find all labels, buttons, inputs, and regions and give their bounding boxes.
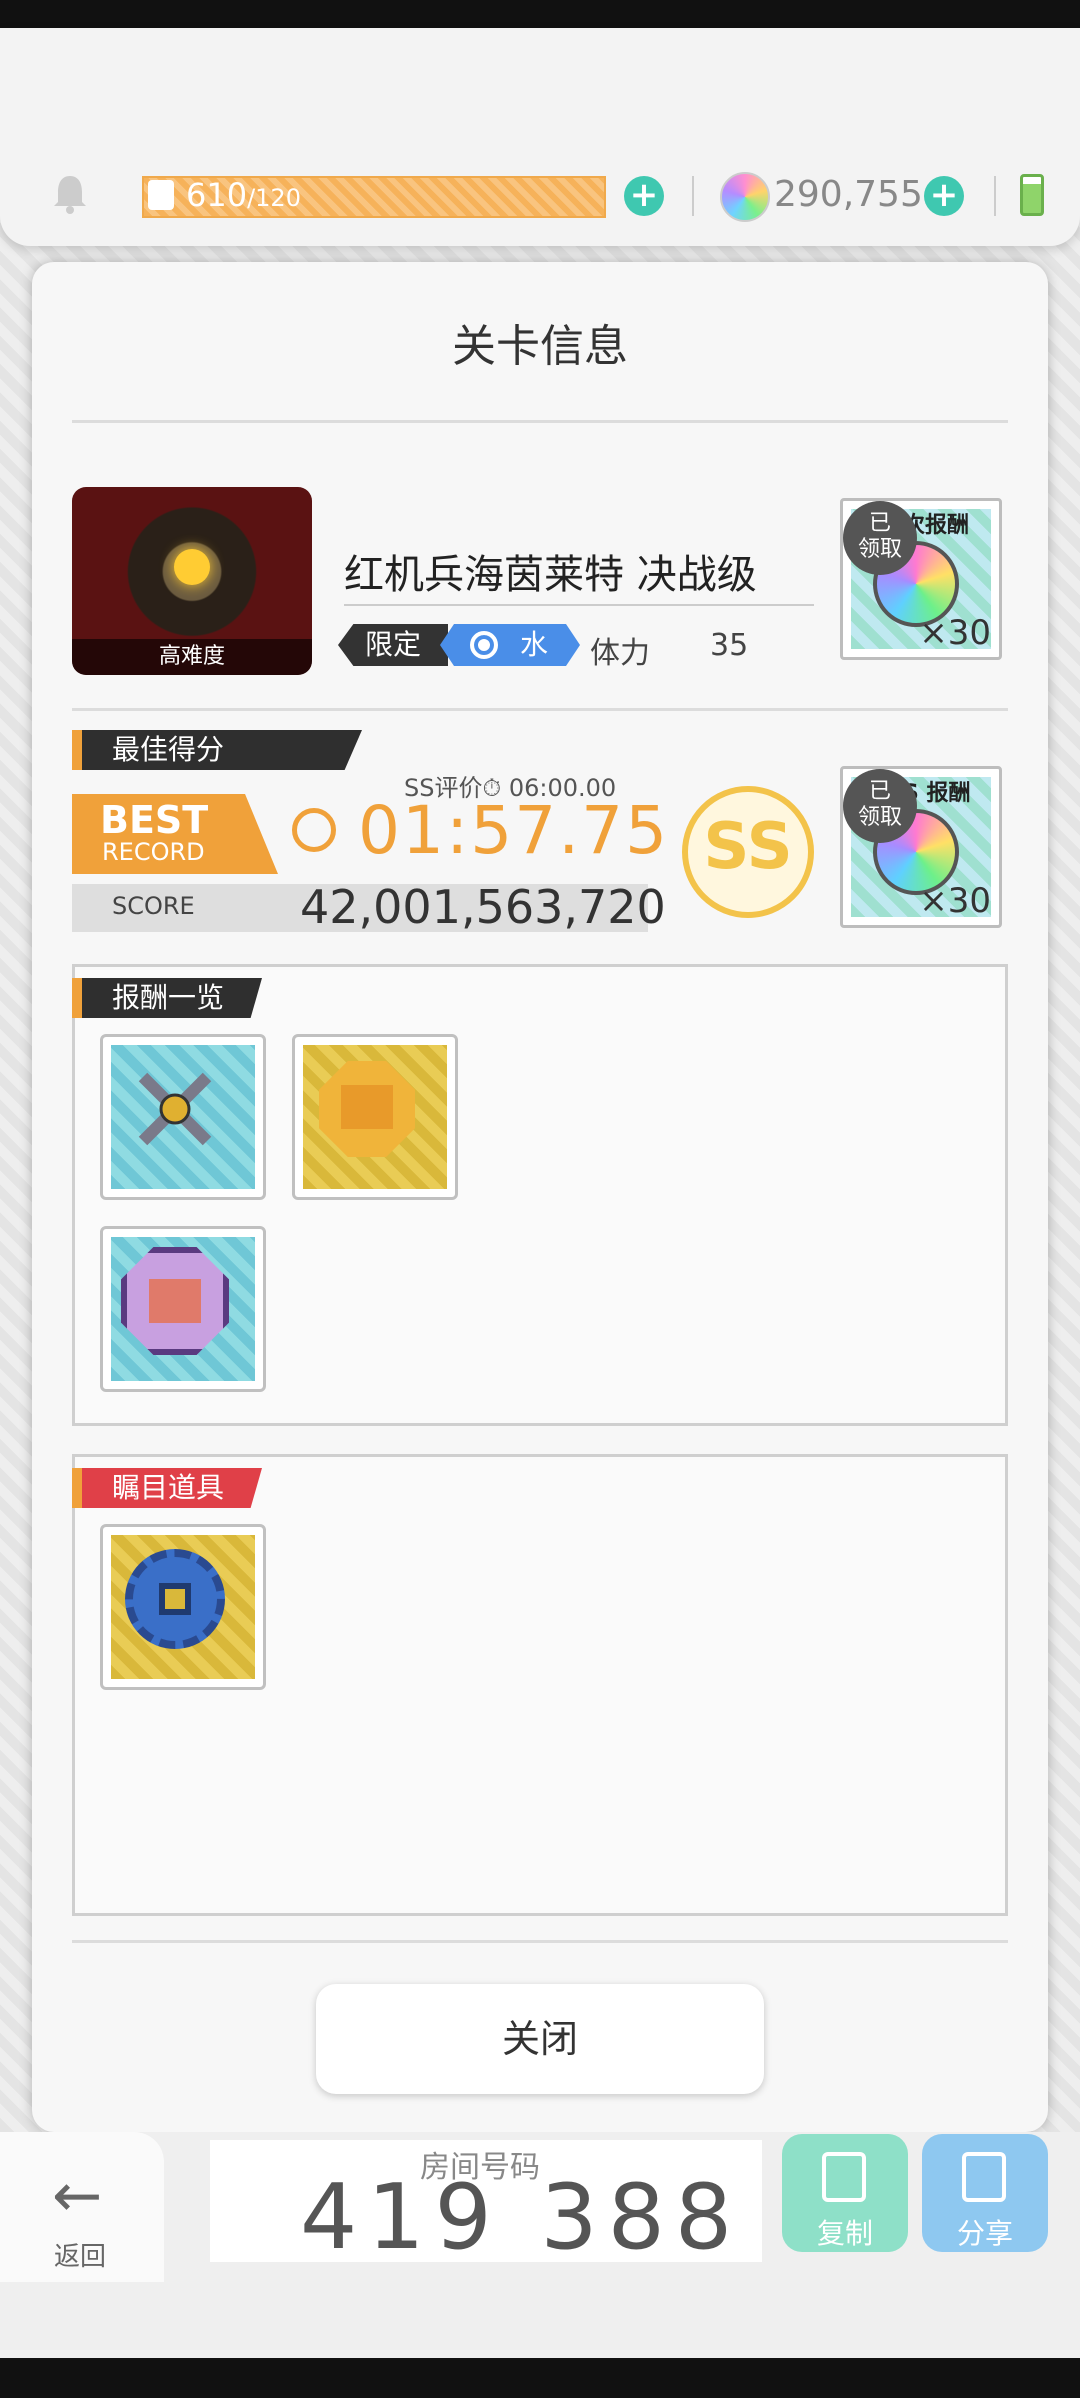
reward-quantity: ×30: [919, 613, 991, 653]
stage-image: 高难度: [72, 487, 312, 675]
reward-item-gold-medal[interactable]: [292, 1034, 458, 1200]
room-number: 419 388: [300, 2165, 743, 2270]
boss-eye: [174, 549, 210, 585]
featured-items-section-label: 瞩目道具: [72, 1468, 262, 1508]
featured-item-gear[interactable]: [100, 1524, 266, 1690]
system-nav-bar: [0, 2358, 1080, 2398]
divider: [692, 176, 694, 216]
best-score-section-label: 最佳得分: [72, 730, 362, 770]
clipboard-icon: [822, 2152, 866, 2202]
reward-item-swords[interactable]: [100, 1034, 266, 1200]
share-icon: [962, 2152, 1006, 2202]
first-clear-reward[interactable]: 次报酬 已领取 ×30: [840, 498, 1002, 660]
stamina-cost: 35: [710, 628, 749, 663]
divider: [72, 420, 1008, 423]
reward-quantity: ×30: [919, 881, 991, 921]
timer-icon: [292, 808, 336, 852]
ss-rank-medal-icon: SS: [676, 772, 820, 922]
claimed-badge: 已领取: [843, 769, 917, 843]
stage-name: 红机兵海茵莱特 决战级: [344, 552, 757, 598]
best-time: 01:57.75: [358, 792, 670, 869]
water-element-icon: [470, 631, 498, 659]
battery-icon: [1020, 174, 1044, 216]
crossed-swords-icon: [138, 1072, 212, 1146]
add-gems-button[interactable]: +: [924, 176, 964, 216]
bell-icon[interactable]: [48, 172, 92, 216]
best-record-badge: BEST RECORD: [72, 794, 278, 874]
divider: [72, 708, 1008, 711]
claimed-badge: 已领取: [843, 501, 917, 575]
back-label[interactable]: 返回: [54, 2236, 106, 2273]
back-arrow-icon[interactable]: ←: [52, 2166, 102, 2226]
difficulty-label: 高难度: [72, 639, 312, 675]
reward-item-purple-medal[interactable]: [100, 1226, 266, 1392]
share-button[interactable]: 分享: [922, 2134, 1048, 2252]
stamina-value: 610/120: [186, 176, 301, 214]
add-stamina-button[interactable]: +: [624, 176, 664, 216]
rewards-section-label: 报酬一览: [72, 978, 262, 1018]
lightning-icon: [148, 180, 174, 210]
system-top-bar: [0, 0, 1080, 28]
divider: [72, 1940, 1008, 1943]
element-tag: 水: [440, 624, 580, 666]
limited-tag: 限定: [338, 624, 448, 666]
gem-count: 290,755: [774, 174, 923, 215]
divider: [344, 604, 814, 606]
stamina-label: 体力: [590, 636, 650, 671]
copy-button[interactable]: 复制: [782, 2134, 908, 2252]
close-button[interactable]: 关闭: [316, 1984, 764, 2094]
dialog-title: 关卡信息: [452, 321, 628, 372]
gem-icon: [720, 172, 770, 222]
divider: [994, 176, 996, 216]
score-reward[interactable]: S 报酬 已领取 ×30: [840, 766, 1002, 928]
score-label: SCORE: [112, 892, 195, 920]
score-value: 42,001,563,720: [300, 880, 666, 934]
